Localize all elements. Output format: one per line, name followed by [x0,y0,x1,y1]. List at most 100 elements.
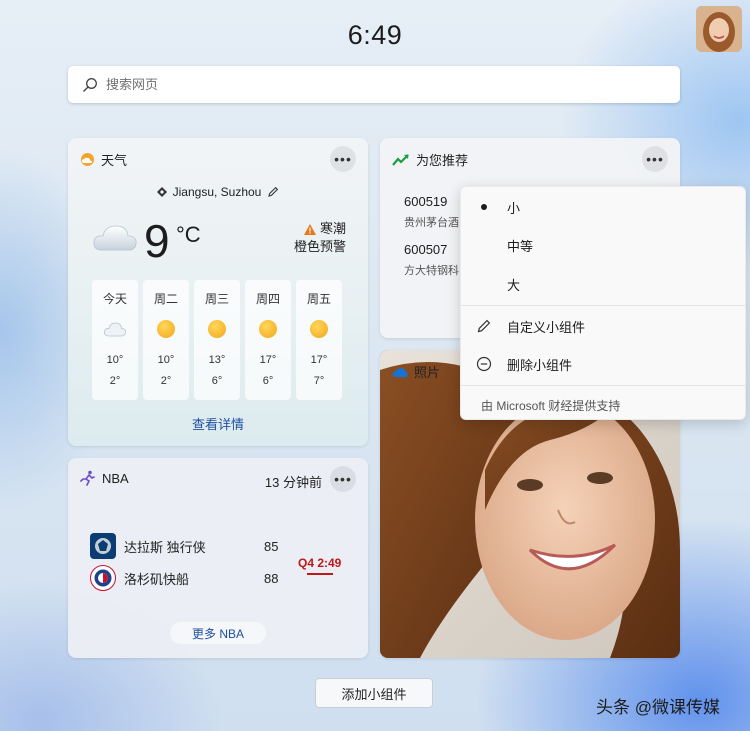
edit-pencil-icon[interactable] [267,186,279,198]
stock-name: 贵州茅台酒 [404,217,459,229]
day-low: 6° [211,375,223,387]
location-text: Jiangsu, Suzhou [172,185,262,199]
forecast-day[interactable]: 周五 17° 7° [296,280,342,400]
search-bar[interactable] [68,66,680,103]
day-low: 2° [109,375,121,387]
menu-item-label: 删除小组件 [507,357,573,373]
alert-level: 橙色预警 [293,239,346,254]
menu-item-size-small[interactable]: 小 [461,190,745,224]
remove-circle-icon [476,356,492,372]
day-high: 10° [157,354,175,366]
menu-item-label: 小 [507,200,521,216]
menu-item-label: 大 [507,277,521,293]
menu-footer: 由 Microsoft 财经提供支持 [481,399,621,413]
pencil-icon [477,319,491,333]
live-indicator [306,573,333,575]
stock-title: 为您推荐 [416,153,469,168]
stock-code[interactable]: 600507 [404,242,447,257]
day-high: 10° [106,354,124,366]
weather-location[interactable]: Jiangsu, Suzhou [68,185,368,199]
day-low: 6° [262,375,274,387]
menu-divider [461,385,745,386]
search-icon [83,77,97,92]
forecast-day[interactable]: 周二 10° 2° [143,280,189,400]
stock-header: 为您推荐 [392,150,468,169]
day-label: 周五 [306,292,331,306]
team-score: 85 [264,539,279,554]
sun-icon [310,320,328,338]
menu-divider [461,305,745,306]
day-label: 周三 [204,292,229,306]
location-icon [156,187,167,197]
nba-widget: NBA 13 分钟前 ••• 达拉斯 独行侠 85 洛杉矶快船 88 Q4 2:… [68,458,368,658]
team-row[interactable]: 洛杉矶快船 [90,565,189,591]
day-label: 周四 [255,292,280,306]
team-name: 达拉斯 独行侠 [124,539,206,555]
nba-time-ago: 13 分钟前 [264,475,322,490]
alert-title: 寒潮 [319,221,346,236]
weather-widget: 天气 ••• Jiangsu, Suzhou 9 °C 寒潮 橙色预警 今天 1… [68,138,368,446]
nba-title: NBA [102,470,129,486]
game-status: Q4 2:49 [298,556,341,575]
weather-alert[interactable]: 寒潮 橙色预警 [294,220,346,256]
more-dots-icon: ••• [334,151,352,167]
selected-dot-icon [481,204,487,210]
temperature-unit: °C [176,222,201,247]
menu-item-label: 中等 [507,238,534,254]
mavericks-logo-icon [90,533,116,559]
clippers-logo-icon [90,565,116,591]
clock: 6:49 [347,20,403,50]
more-nba-button[interactable]: 更多 NBA [170,622,266,644]
widget-context-menu: 小 中等 大 自定义小组件 删除小组件 由 Microsoft 财经提供支持 [460,186,746,420]
menu-item-size-medium[interactable]: 中等 [461,228,745,262]
avatar[interactable] [696,6,742,52]
day-high: 17° [310,354,328,366]
menu-item-size-large[interactable]: 大 [461,267,745,301]
weather-title: 天气 [101,153,128,168]
day-low: 7° [313,375,325,387]
avatar-image [696,6,742,52]
warning-icon [303,223,316,235]
more-dots-icon: ••• [646,151,664,167]
current-temperature: 9 [144,215,170,267]
stock-name: 方大特钢科 [404,265,459,277]
weather-header: 天气 [80,150,127,169]
nba-more-button[interactable]: ••• [330,466,356,492]
day-label: 今天 [102,292,127,306]
day-label: 周二 [153,292,178,306]
onedrive-cloud-icon [392,367,408,377]
team-score: 88 [264,571,279,586]
forecast-day[interactable]: 周三 13° 6° [194,280,240,400]
forecast-day[interactable]: 今天 10° 2° [92,280,138,400]
stock-more-button[interactable]: ••• [642,146,668,172]
more-dots-icon: ••• [334,471,352,487]
forecast-days: 今天 10° 2° 周二 10° 2° 周三 13° 6° 周四 17° 6° … [92,280,342,400]
weather-detail-link[interactable]: 查看详情 [68,414,368,433]
menu-item-label: 自定义小组件 [507,319,586,335]
photos-header: 照片 [392,362,440,381]
day-high: 17° [259,354,277,366]
watermark: 头条 @微课传媒 [596,698,720,717]
day-high: 13° [208,354,226,366]
nba-header: NBA [80,470,129,486]
cloud-icon [93,225,137,251]
sun-icon [157,320,175,338]
weather-more-button[interactable]: ••• [330,146,356,172]
menu-item-remove[interactable]: 删除小组件 [461,347,745,381]
weather-app-icon [81,153,94,166]
game-clock: Q4 2:49 [298,556,342,570]
menu-item-customize[interactable]: 自定义小组件 [461,309,745,343]
search-input[interactable] [106,77,626,92]
add-widget-button[interactable]: 添加小组件 [315,678,433,708]
photos-title: 照片 [414,365,441,380]
stock-trend-icon [392,153,409,166]
running-person-icon [80,470,95,486]
day-low: 2° [160,375,172,387]
team-row[interactable]: 达拉斯 独行侠 [90,533,206,559]
sun-icon [208,320,226,338]
forecast-day[interactable]: 周四 17° 6° [245,280,291,400]
stock-code[interactable]: 600519 [404,194,447,209]
team-name: 洛杉矶快船 [124,571,190,587]
sun-icon [259,320,277,338]
cloud-icon [104,322,126,337]
